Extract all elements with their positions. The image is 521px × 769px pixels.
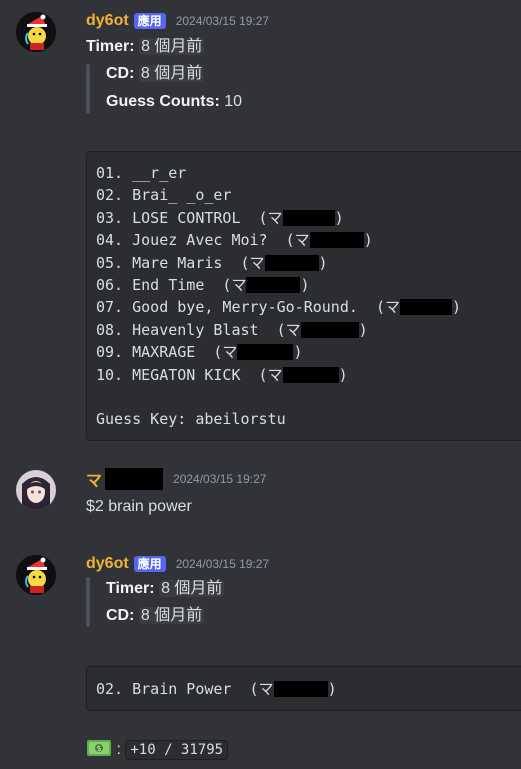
points-separator: : [116, 741, 121, 758]
cd-value: 8 個月前 [138, 607, 205, 624]
timer-label: Timer: [106, 580, 155, 597]
redacted-name [300, 321, 359, 338]
code-line: 02. Brain Power (マ) [96, 680, 337, 698]
redacted-name [309, 232, 364, 249]
guess-count-field: Guess Counts: 10 [106, 91, 242, 113]
svg-text:$: $ [96, 744, 101, 753]
username-prefix[interactable]: マ [86, 467, 102, 491]
cd-value: 8 個月前 [138, 65, 205, 82]
code-line: 04. Jouez Avec Moi? (マ) [96, 231, 373, 250]
message-content: $2 brain power [86, 498, 192, 515]
code-line: 10. MEGATON KICK (マ) [96, 365, 348, 384]
username[interactable]: dy6ot [86, 12, 129, 30]
message-header: dy6ot 應用 2024/03/15 19:27 [86, 10, 269, 32]
cd-label: CD: [106, 607, 135, 624]
bot-avatar[interactable] [16, 12, 56, 52]
cd-field: CD: 8 個月前 [106, 605, 205, 627]
guess-key: Guess Key: abeilorstu [96, 410, 286, 429]
quote-bar [86, 577, 90, 627]
code-line: 07. Good bye, Merry-Go-Round. (マ) [96, 298, 462, 317]
redacted-name [400, 299, 452, 316]
app-tag: 應用 [133, 556, 166, 572]
redacted-name [264, 254, 319, 271]
redacted-name [282, 209, 335, 226]
answer-codeblock: 02. Brain Power (マ) [86, 666, 521, 711]
redacted-name [246, 276, 301, 293]
redacted-name [237, 344, 294, 361]
message-header: マ 2024/03/15 19:27 [86, 468, 266, 490]
redacted-name [282, 366, 339, 383]
code-line: 02. Brai_ _o_er [96, 186, 232, 205]
message-header: dy6ot 應用 2024/03/15 19:27 [86, 553, 269, 575]
timer-value: 8 個月前 [159, 580, 225, 597]
song-list-codeblock: 01. __r_er 02. Brai_ _o_er 03. LOSE CONT… [86, 151, 521, 441]
cd-label: CD: [106, 65, 135, 82]
code-line: 06. End Time (マ) [96, 275, 310, 294]
code-line: 01. __r_er [96, 164, 187, 182]
timestamp[interactable]: 2024/03/15 19:27 [176, 14, 269, 28]
timer-field: Timer: 8 個月前 [106, 578, 225, 600]
timestamp[interactable]: 2024/03/15 19:27 [173, 472, 266, 486]
guess-value: 10 [224, 93, 243, 110]
cd-field: CD: 8 個月前 [106, 63, 205, 85]
timer-field: Timer: 8 個月前 [86, 36, 205, 58]
bot-avatar[interactable] [16, 555, 56, 595]
quote-bar [86, 64, 90, 114]
points-line: $ : +10 / 31795 [86, 738, 229, 765]
guess-label: Guess Counts: [106, 93, 220, 110]
code-line: 08. Heavenly Blast (マ) [96, 320, 368, 339]
timestamp[interactable]: 2024/03/15 19:27 [176, 557, 269, 571]
user-avatar[interactable] [16, 470, 56, 510]
code-line: 03. LOSE CONTROL (マ) [96, 208, 344, 227]
money-icon: $ [86, 738, 112, 765]
username[interactable]: dy6ot [86, 555, 129, 573]
timer-value: 8 個月前 [139, 38, 205, 55]
code-line: 09. MAXRAGE (マ) [96, 343, 303, 362]
app-tag: 應用 [133, 13, 166, 29]
timer-label: Timer: [86, 38, 135, 55]
redacted-name [273, 681, 328, 697]
code-line: 05. Mare Maris (マ) [96, 253, 328, 272]
points-value: +10 / 31795 [125, 740, 229, 760]
redacted-username [105, 468, 164, 490]
